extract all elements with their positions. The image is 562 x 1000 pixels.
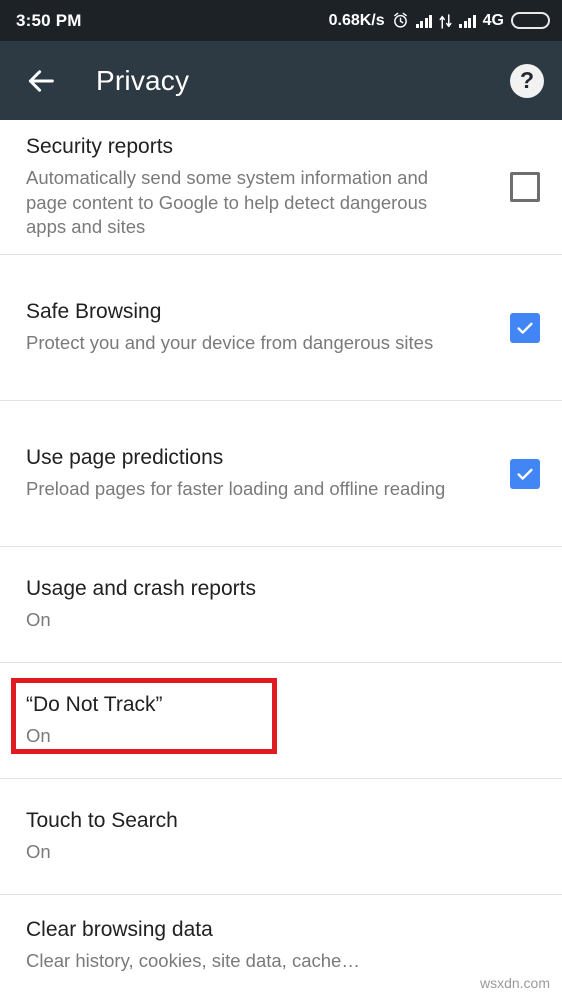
checkbox-safe-browsing[interactable] [510, 312, 540, 343]
checkbox-use-page-predictions[interactable] [510, 458, 540, 489]
app-toolbar: Privacy ? [0, 41, 562, 120]
row-text: Touch to Search On [26, 808, 540, 864]
setting-summary: Protect you and your device from dangero… [26, 332, 434, 354]
setting-row-clear-browsing-data[interactable]: Clear browsing data Clear history, cooki… [0, 895, 562, 995]
setting-summary: On [26, 609, 51, 631]
setting-title: Clear browsing data [26, 917, 213, 941]
checkbox-unchecked-icon [510, 172, 540, 202]
setting-title: Use page predictions [26, 446, 224, 470]
setting-row-usage-and-crash-reports[interactable]: Usage and crash reports On [0, 547, 562, 662]
setting-summary: Clear history, cookies, site data, cache… [26, 949, 360, 971]
row-text: Security reports Automatically send some… [26, 134, 494, 240]
setting-title: Usage and crash reports [26, 577, 256, 601]
network-type-label: 4G [482, 11, 504, 29]
setting-summary: Preload pages for faster loading and off… [26, 478, 446, 500]
setting-row-touch-to-search[interactable]: Touch to Search On [0, 779, 562, 894]
help-question-mark-icon[interactable]: ? [510, 63, 544, 98]
status-bar: 3:50 PM 0.68K/s 4G [0, 0, 562, 41]
status-bar-icons: 0.68K/s 4G [329, 12, 550, 30]
watermark: wsxdn.com [479, 975, 550, 991]
setting-row-safe-browsing[interactable]: Safe Browsing Protect you and your devic… [0, 255, 562, 400]
row-text: Usage and crash reports On [26, 576, 540, 632]
back-arrow-icon[interactable] [24, 64, 58, 98]
battery-icon [511, 12, 550, 29]
row-text: Clear browsing data Clear history, cooki… [26, 917, 540, 973]
setting-row-use-page-predictions[interactable]: Use page predictions Preload pages for f… [0, 401, 562, 546]
privacy-settings-list: Security reports Automatically send some… [0, 120, 562, 995]
alarm-clock-icon [392, 12, 409, 29]
setting-title: Security reports [26, 135, 174, 159]
setting-title: Safe Browsing [26, 300, 162, 324]
setting-title: Touch to Search [26, 809, 178, 833]
checkbox-security-reports[interactable] [510, 172, 540, 202]
setting-summary: On [26, 841, 51, 863]
data-transfer-arrows-icon [439, 13, 452, 29]
row-text: Safe Browsing Protect you and your devic… [26, 299, 494, 355]
setting-title: “Do Not Track” [26, 693, 163, 717]
signal-bars-icon-2 [459, 14, 476, 28]
status-bar-clock: 3:50 PM [16, 10, 82, 30]
setting-summary: On [26, 725, 51, 747]
row-text: “Do Not Track” On [26, 692, 540, 748]
network-speed-label: 0.68K/s [328, 11, 385, 29]
row-text: Use page predictions Preload pages for f… [26, 445, 494, 501]
page-title: Privacy [96, 64, 190, 96]
signal-bars-icon [415, 14, 433, 28]
setting-summary: Automatically send some system informati… [26, 167, 429, 238]
setting-row-do-not-track[interactable]: “Do Not Track” On [0, 663, 562, 778]
phone-screen: 3:50 PM 0.68K/s 4G Privacy ? Security re… [0, 0, 562, 1000]
setting-row-security-reports[interactable]: Security reports Automatically send some… [0, 120, 562, 254]
checkbox-checked-icon [510, 458, 540, 489]
checkbox-checked-icon [510, 312, 540, 343]
